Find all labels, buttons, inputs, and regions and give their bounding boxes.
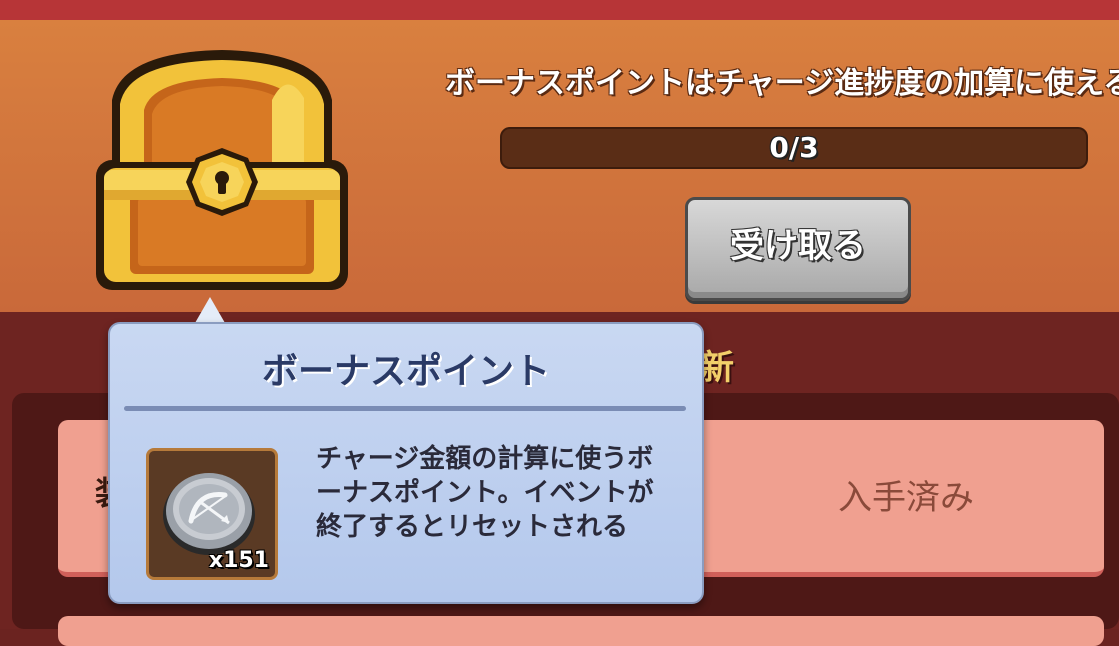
tooltip-title: ボーナスポイント bbox=[261, 351, 550, 392]
tooltip-arrow bbox=[195, 297, 225, 323]
section-title-fragment: 新 bbox=[700, 348, 734, 388]
tooltip-divider bbox=[124, 406, 686, 411]
charge-progress-bar: 0/3 bbox=[500, 127, 1088, 169]
claim-button[interactable]: 受け取る bbox=[685, 197, 911, 301]
treasure-chest-icon[interactable] bbox=[82, 40, 362, 300]
tooltip-description: チャージ金額の計算に使うボーナスポイント。イベントが終了するとリセットされる bbox=[316, 444, 654, 542]
bonus-point-info-text: ボーナスポイントはチャージ進捗度の加算に使える bbox=[445, 66, 1119, 101]
reward-row-next[interactable] bbox=[58, 616, 1104, 646]
progress-text: 0/3 bbox=[769, 131, 819, 164]
obtained-status-label: 入手済み bbox=[838, 478, 974, 518]
bonus-point-item: x151 bbox=[146, 448, 278, 580]
bonus-point-tooltip: ボーナスポイント x151 チャージ金額の計算に使うボーナスポイント。イベントが… bbox=[108, 322, 704, 604]
item-count: x151 bbox=[208, 548, 269, 573]
claim-button-label: 受け取る bbox=[730, 226, 866, 266]
